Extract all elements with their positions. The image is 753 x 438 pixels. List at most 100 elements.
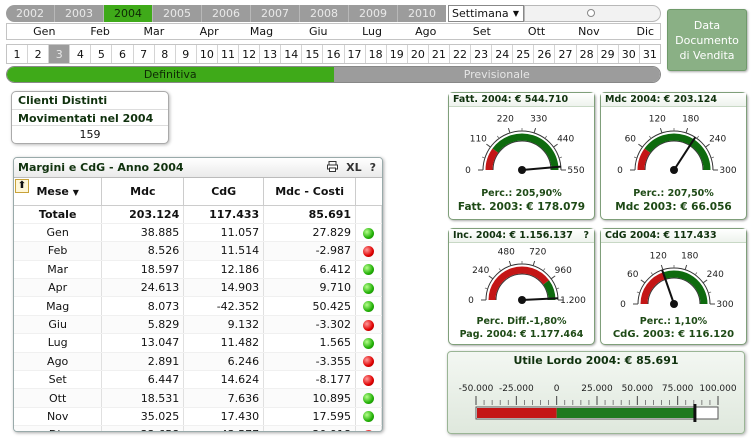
- year-2003[interactable]: 2003: [55, 5, 104, 22]
- day-16[interactable]: 16: [323, 45, 345, 63]
- table-row[interactable]: Dic22.65843.577-20.918: [14, 425, 382, 431]
- year-2006[interactable]: 2006: [202, 5, 251, 22]
- status-red-icon: [363, 245, 375, 257]
- day-30[interactable]: 30: [619, 45, 640, 63]
- clienti-count: 159: [79, 128, 101, 141]
- month-feb[interactable]: Feb: [61, 24, 115, 39]
- table-row[interactable]: Lug 13.047 11.482 1.565: [14, 333, 382, 353]
- cell-mese: Gen: [14, 223, 103, 243]
- day-23[interactable]: 23: [471, 45, 493, 63]
- cell-mdc: 13.047: [101, 333, 185, 353]
- day-21[interactable]: 21: [429, 45, 450, 63]
- day-28[interactable]: 28: [577, 45, 598, 63]
- data-documento-button[interactable]: Data Documento di Vendita: [667, 9, 747, 71]
- month-mar[interactable]: Mar: [116, 24, 170, 39]
- help-icon[interactable]: ?: [583, 230, 589, 241]
- day-1[interactable]: 1: [7, 45, 29, 63]
- utile-scale-label: 100.000: [699, 384, 736, 394]
- gauge-tick-label: 60: [627, 270, 639, 280]
- table-row[interactable]: Apr 24.613 14.903 9.710: [14, 278, 382, 298]
- month-ago[interactable]: Ago: [388, 24, 442, 39]
- year-2008[interactable]: 2008: [300, 5, 349, 22]
- gauge-incassi-prev: Pag. 2004: € 1.177.464: [459, 329, 584, 340]
- table-row[interactable]: Ago 2.891 6.246 -3.355: [14, 352, 382, 372]
- day-25[interactable]: 25: [513, 45, 535, 63]
- gauge-mdc: Mdc 2004: € 203.124 0 60 120 180 240 300 Perc…: [600, 92, 747, 220]
- month-mag[interactable]: Mag: [225, 24, 279, 39]
- period-slider-knob[interactable]: [587, 9, 595, 17]
- data-documento-line3: di Vendita: [679, 48, 735, 62]
- month-lug[interactable]: Lug: [334, 24, 388, 39]
- gauge-incassi-title: Inc. 2004: € 1.156.137: [453, 230, 573, 241]
- gauge-incassi: Inc. 2004: € 1.156.137 ? 0 240 480 720 960 1.…: [448, 228, 595, 345]
- day-29[interactable]: 29: [598, 45, 619, 63]
- table-row[interactable]: Set 6.447 14.624 -8.177: [14, 370, 382, 390]
- day-20[interactable]: 20: [408, 45, 429, 63]
- status-cell: [355, 407, 382, 427]
- day-17[interactable]: 17: [345, 45, 366, 63]
- month-nov[interactable]: Nov: [551, 24, 605, 39]
- day-14[interactable]: 14: [281, 45, 303, 63]
- month-selector: Gen Feb Mar Apr Mag Giu Lug Ago Set Ott Nov Dic: [6, 23, 661, 40]
- year-2004[interactable]: 2004: [104, 5, 153, 22]
- day-8[interactable]: 8: [155, 45, 176, 63]
- month-dic[interactable]: Dic: [606, 24, 660, 39]
- day-22[interactable]: 22: [450, 45, 472, 63]
- day-15[interactable]: 15: [302, 45, 324, 63]
- day-19[interactable]: 19: [387, 45, 408, 63]
- column-header-cdg[interactable]: CdG: [183, 178, 265, 206]
- year-2010[interactable]: 2010: [398, 5, 446, 22]
- gauge-minor-tick: [558, 156, 563, 159]
- day-13[interactable]: 13: [260, 45, 282, 63]
- month-gen[interactable]: Gen: [7, 24, 61, 39]
- column-header-mese[interactable]: ⬆ Mese ▼: [14, 178, 103, 206]
- day-7[interactable]: 7: [134, 45, 155, 63]
- table-row[interactable]: Gen 38.885 11.057 27.829: [14, 223, 382, 243]
- day-5[interactable]: 5: [91, 45, 113, 63]
- gauge-tick-label: 720: [529, 247, 546, 257]
- day-9[interactable]: 9: [176, 45, 197, 63]
- column-header-mdc[interactable]: Mdc: [101, 178, 185, 206]
- day-6[interactable]: 6: [112, 45, 134, 63]
- gauge-fatturato-dial: 0 110 220 330 440 550: [465, 115, 585, 176]
- mode-previsionale-button[interactable]: Previsionale: [333, 67, 660, 82]
- period-select[interactable]: Settimana ▼: [448, 5, 524, 22]
- month-apr[interactable]: Apr: [170, 24, 224, 39]
- month-giu[interactable]: Giu: [279, 24, 333, 39]
- day-3[interactable]: 3: [49, 45, 71, 63]
- help-icon[interactable]: ?: [370, 161, 376, 175]
- day-24[interactable]: 24: [492, 45, 514, 63]
- chevron-down-icon: ▼: [512, 9, 519, 18]
- year-2009[interactable]: 2009: [349, 5, 398, 22]
- table-row[interactable]: Feb 8.526 11.514 -2.987: [14, 241, 382, 261]
- day-4[interactable]: 4: [70, 45, 92, 63]
- mode-definitiva-button[interactable]: Definitiva: [7, 67, 334, 82]
- export-xl-button[interactable]: XL: [346, 161, 362, 175]
- day-10[interactable]: 10: [197, 45, 218, 63]
- year-2005[interactable]: 2005: [153, 5, 202, 22]
- utile-lordo-panel: Utile Lordo 2004: € 85.691 -50.000 -25.00…: [447, 351, 745, 434]
- table-row[interactable]: Mar 18.597 12.186 6.412: [14, 260, 382, 280]
- sort-up-icon[interactable]: ⬆: [15, 179, 29, 193]
- month-set[interactable]: Set: [442, 24, 496, 39]
- table-row[interactable]: Mag 8.073 -42.352 50.425: [14, 296, 382, 316]
- status-cell: [355, 370, 382, 390]
- print-icon[interactable]: [327, 160, 339, 175]
- table-row[interactable]: Nov 35.025 17.430 17.595: [14, 407, 382, 427]
- day-31[interactable]: 31: [640, 45, 660, 63]
- day-11[interactable]: 11: [218, 45, 240, 63]
- table-row[interactable]: Giu 5.829 9.132 -3.302: [14, 315, 382, 335]
- day-26[interactable]: 26: [534, 45, 556, 63]
- year-2007[interactable]: 2007: [251, 5, 300, 22]
- gauge-minor-tick: [636, 291, 640, 294]
- gauge-minor-tick: [710, 156, 715, 159]
- day-18[interactable]: 18: [366, 45, 387, 63]
- table-row[interactable]: Ott 18.531 7.636 10.895: [14, 388, 382, 408]
- year-2002[interactable]: 2002: [6, 5, 55, 22]
- status-green-icon: [363, 282, 375, 294]
- month-ott[interactable]: Ott: [497, 24, 551, 39]
- day-12[interactable]: 12: [239, 45, 261, 63]
- day-27[interactable]: 27: [555, 45, 577, 63]
- column-header-mdc-costi[interactable]: Mdc - Costi: [263, 178, 357, 206]
- day-2[interactable]: 2: [28, 45, 50, 63]
